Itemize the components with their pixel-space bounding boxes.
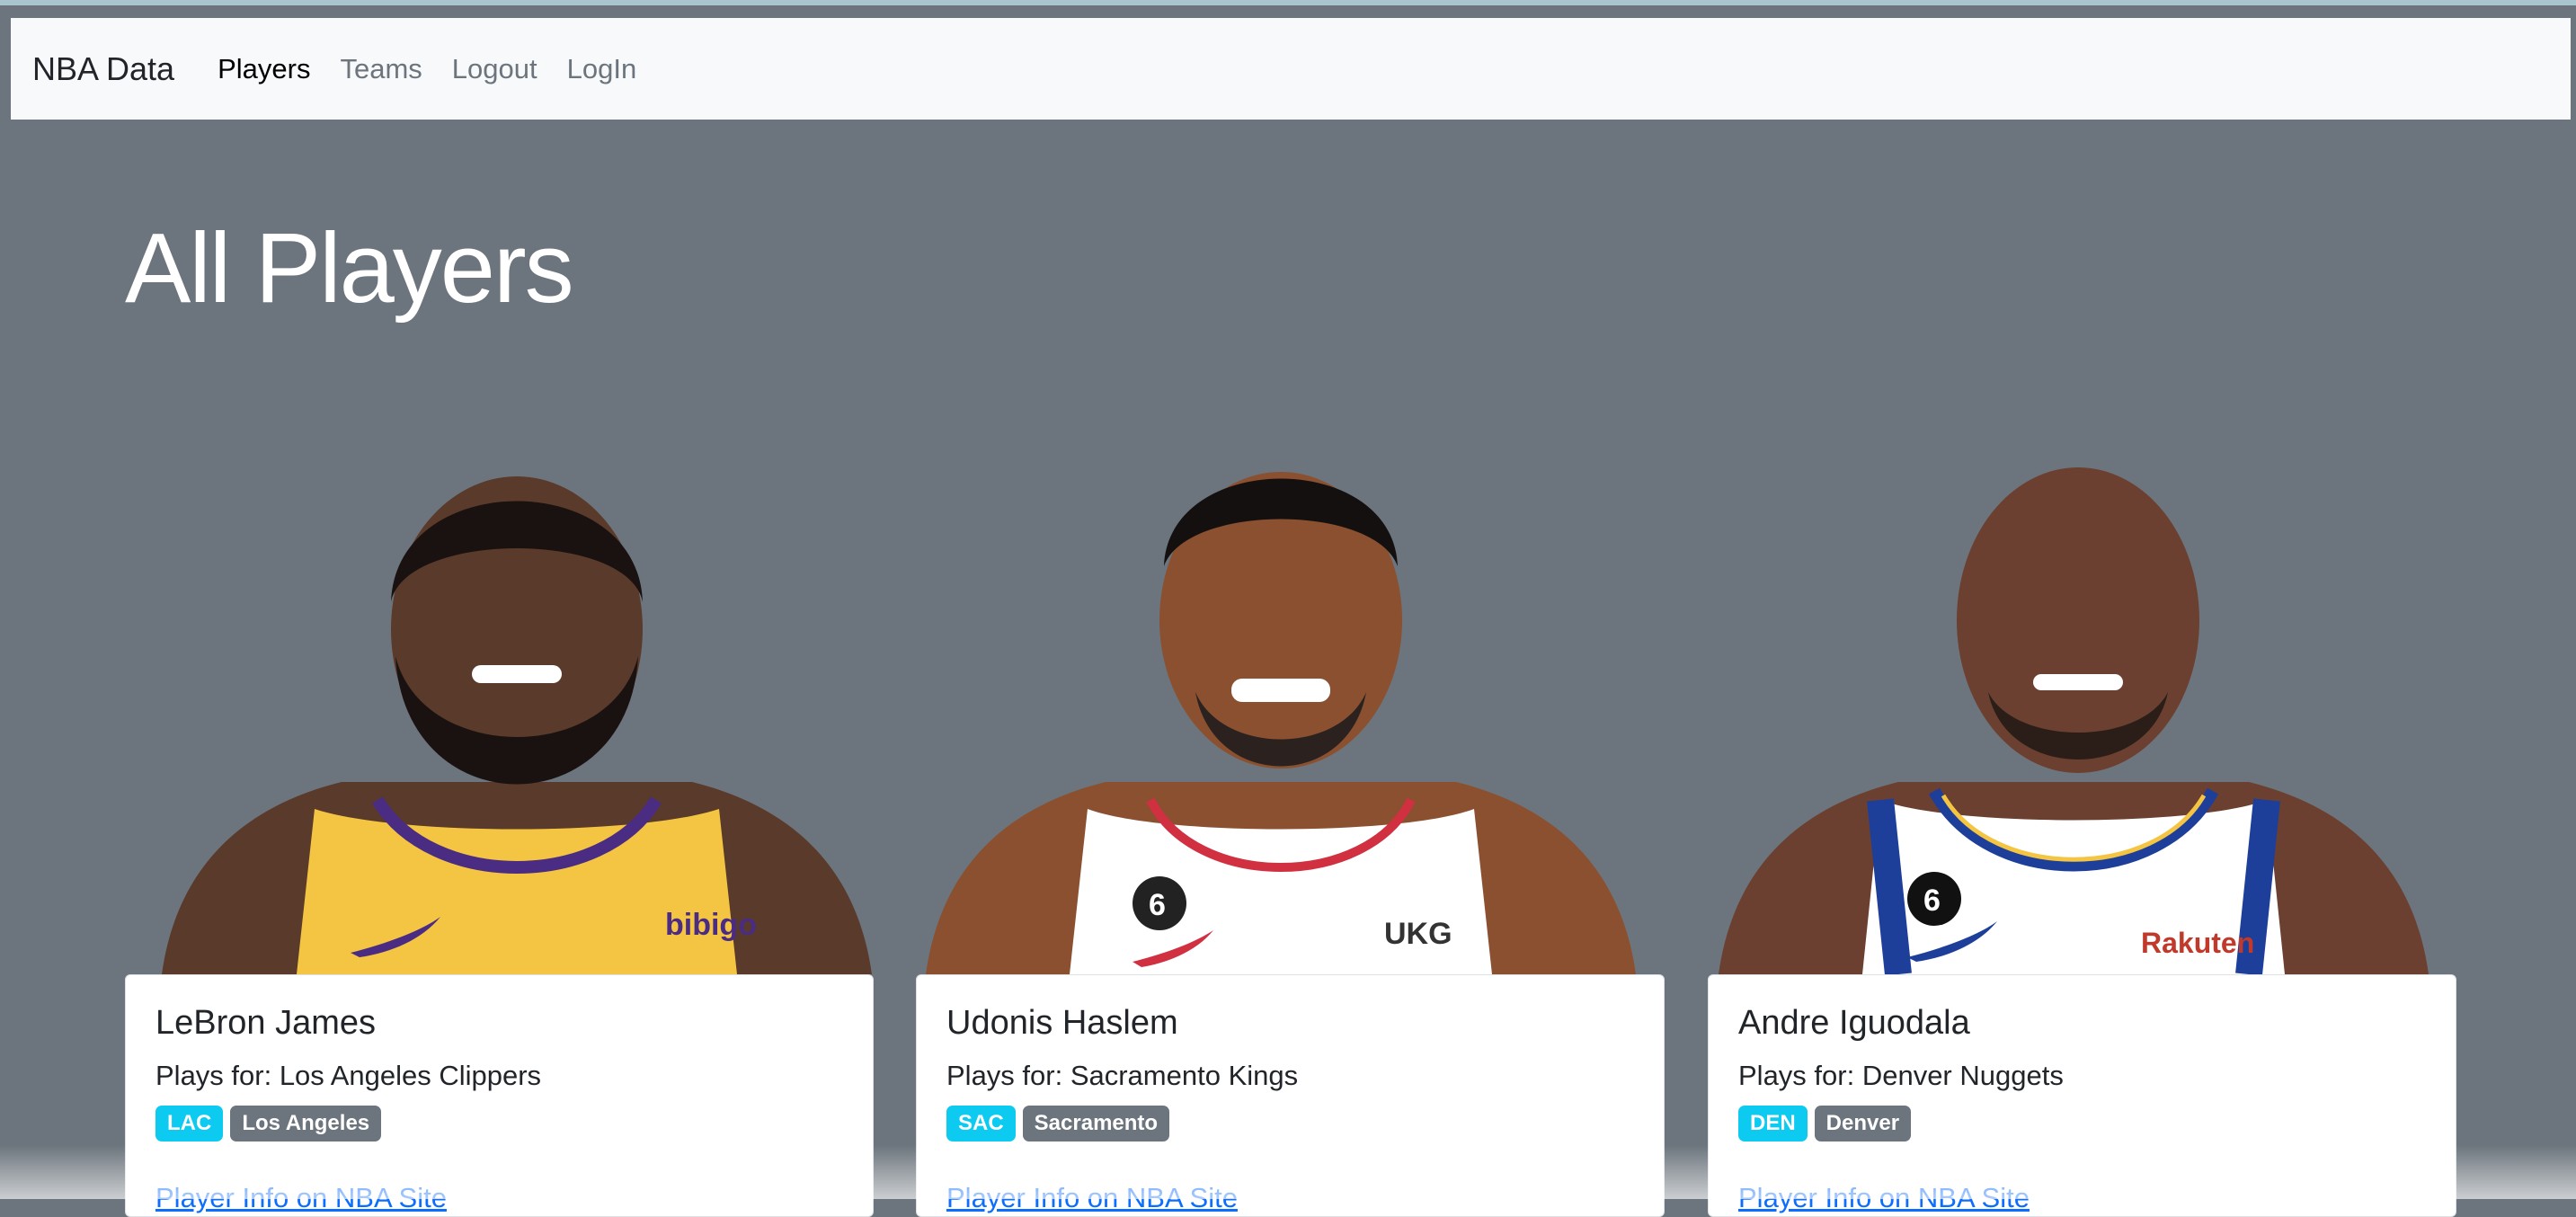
player-card: Udonis Haslem Plays for: Sacramento King… xyxy=(916,974,1665,1217)
player-name: Udonis Haslem xyxy=(946,1004,1178,1042)
player-team: Plays for: Denver Nuggets xyxy=(1738,1060,2064,1091)
team-city-badge: Denver xyxy=(1814,1106,1912,1141)
navbar-brand[interactable]: NBA Data xyxy=(32,50,174,88)
window-top-border xyxy=(0,0,2576,5)
player-portrait-icon: 6 Rakuten xyxy=(1719,467,2429,974)
svg-text:6: 6 xyxy=(1149,888,1166,922)
player-name: Andre Iguodala xyxy=(1738,1004,1970,1042)
player-photo: 6 UKG xyxy=(926,422,1636,974)
badge-group: DEN Denver xyxy=(1738,1106,1912,1141)
nav-link-teams[interactable]: Teams xyxy=(340,53,422,85)
team-abbr-badge: DEN xyxy=(1738,1106,1808,1141)
player-photo: 6 Rakuten xyxy=(1719,422,2429,974)
player-portrait-icon: bibigo xyxy=(162,476,872,974)
svg-text:bibigo: bibigo xyxy=(665,908,757,942)
player-info-link[interactable]: Player Info on NBA Site xyxy=(946,1182,1238,1214)
player-name: LeBron James xyxy=(155,1004,377,1042)
nav-link-logout[interactable]: Logout xyxy=(452,53,537,85)
player-team: Plays for: Sacramento Kings xyxy=(946,1060,1299,1091)
navbar: NBA Data Players Teams Logout LogIn xyxy=(11,18,2571,120)
nav-link-login[interactable]: LogIn xyxy=(567,53,637,85)
badge-group: SAC Sacramento xyxy=(946,1106,1170,1141)
badge-group: LAC Los Angeles xyxy=(155,1106,382,1141)
svg-text:UKG: UKG xyxy=(1384,917,1452,951)
player-team: Plays for: Los Angeles Clippers xyxy=(155,1060,542,1091)
page-title: All Players xyxy=(125,213,574,324)
team-city-badge: Sacramento xyxy=(1022,1106,1170,1141)
nav-link-players[interactable]: Players xyxy=(218,53,310,85)
player-card: Andre Iguodala Plays for: Denver Nuggets… xyxy=(1708,974,2456,1217)
team-city-badge: Los Angeles xyxy=(230,1106,382,1141)
team-abbr-badge: LAC xyxy=(155,1106,224,1141)
player-photo: bibigo xyxy=(162,422,872,974)
player-info-link[interactable]: Player Info on NBA Site xyxy=(1738,1182,2030,1214)
player-info-link[interactable]: Player Info on NBA Site xyxy=(155,1182,447,1214)
team-abbr-badge: SAC xyxy=(946,1106,1016,1141)
player-card: LeBron James Plays for: Los Angeles Clip… xyxy=(125,974,874,1217)
svg-text:6: 6 xyxy=(1923,884,1941,918)
player-portrait-icon: 6 UKG xyxy=(926,472,1636,974)
svg-text:Rakuten: Rakuten xyxy=(2141,927,2254,959)
